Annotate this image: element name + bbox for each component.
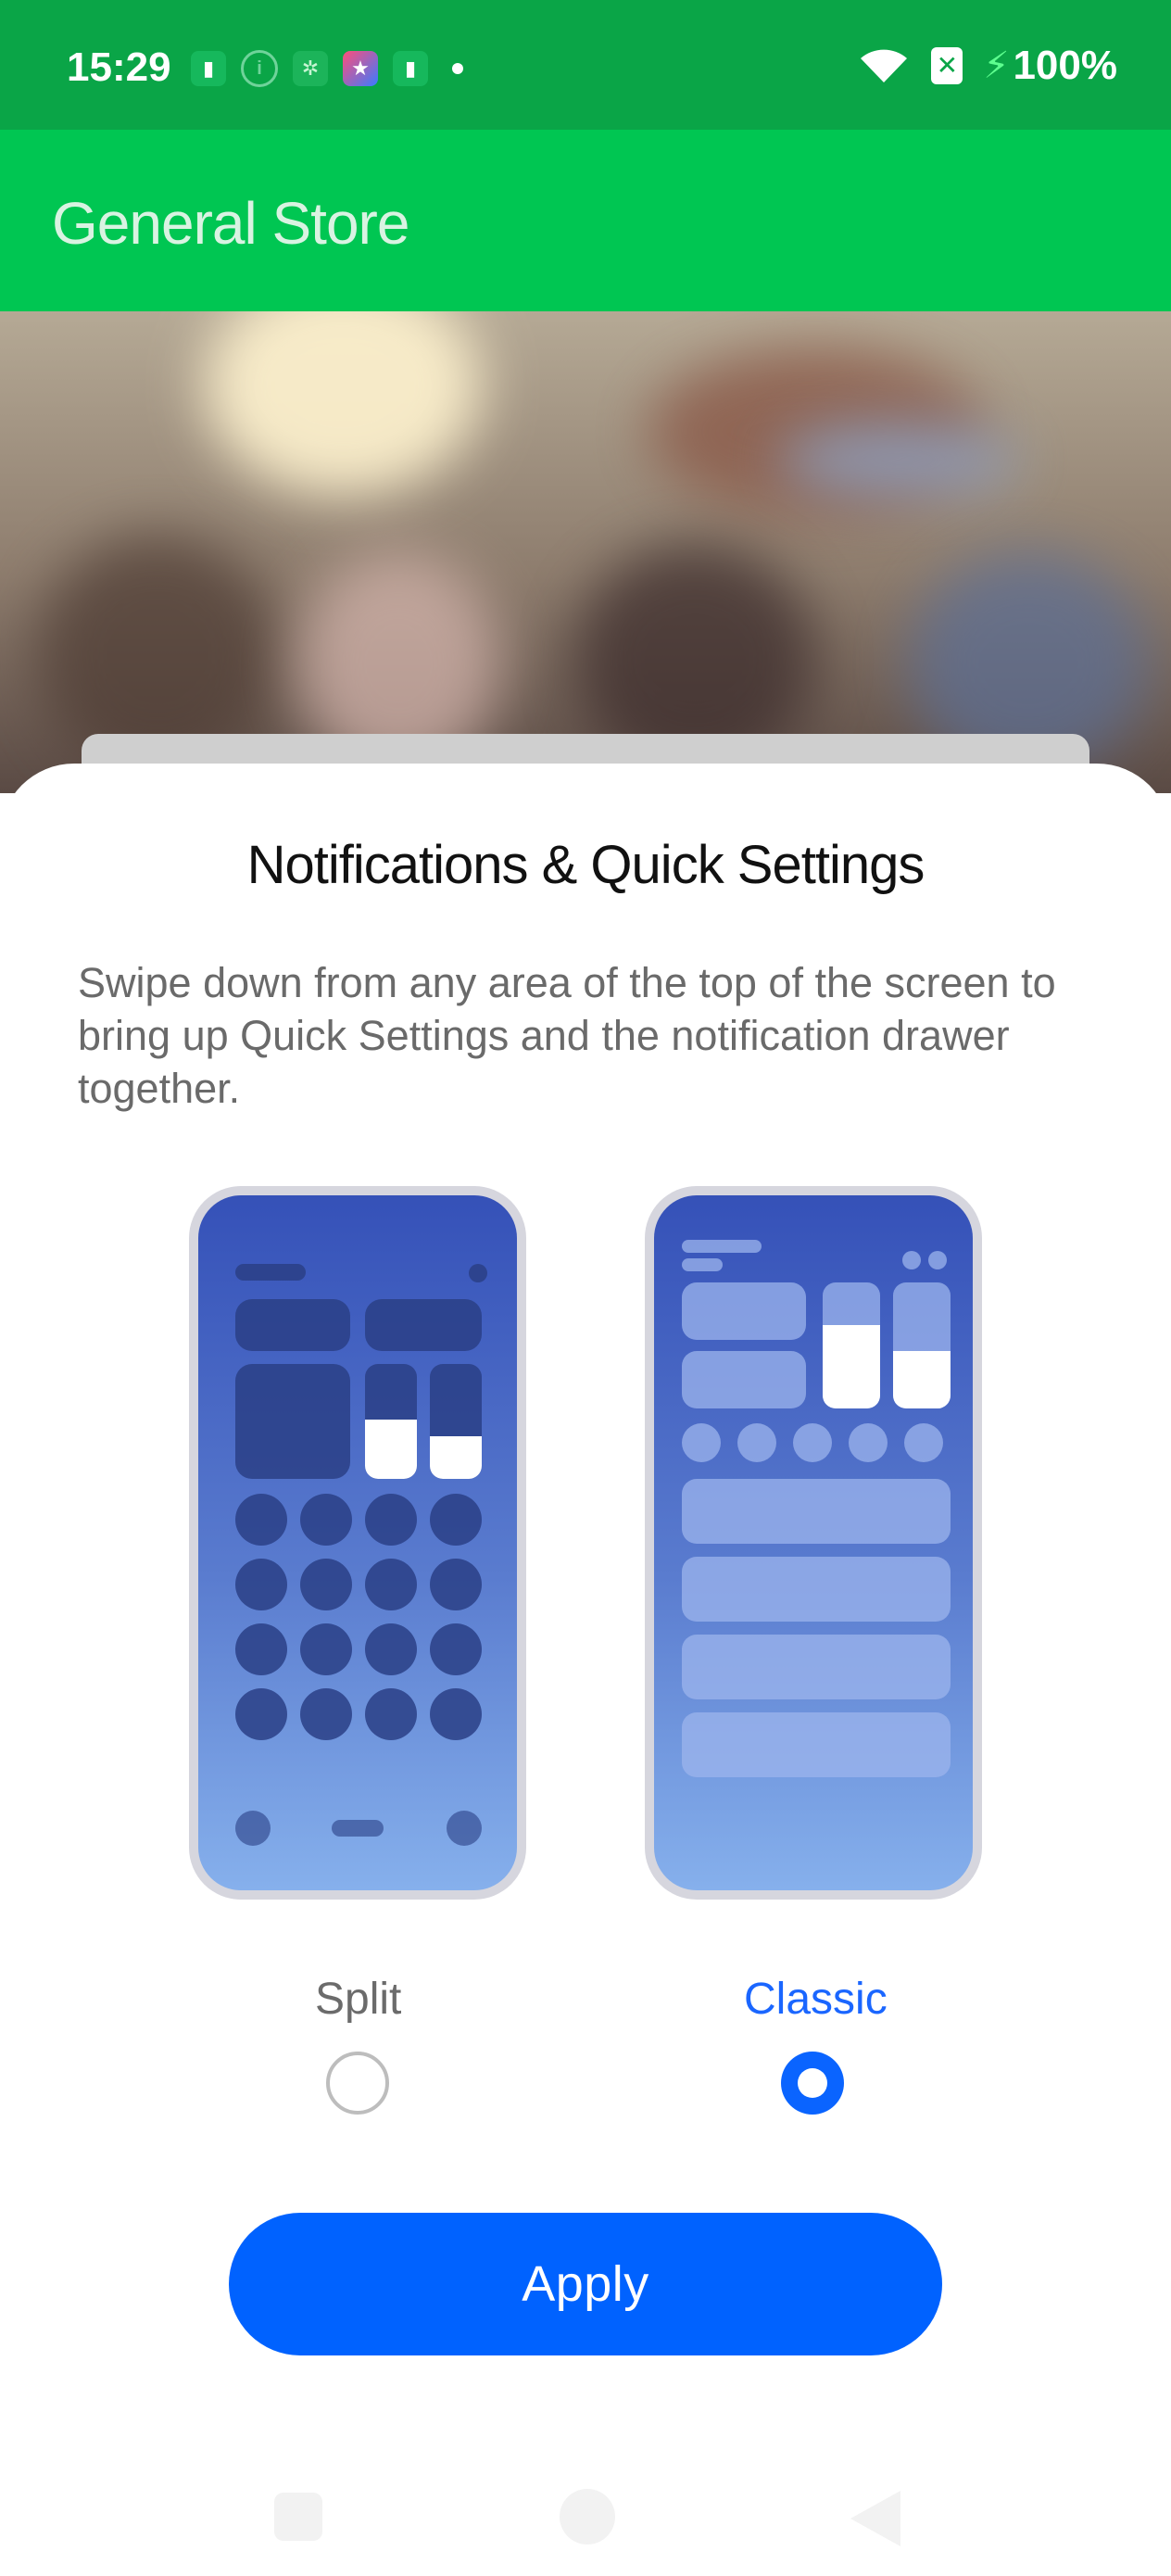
classic-preview-screen bbox=[654, 1195, 973, 1890]
back-icon[interactable] bbox=[850, 2491, 900, 2546]
option-split-label[interactable]: Split bbox=[315, 1974, 401, 2025]
hero-image bbox=[0, 311, 1171, 793]
split-preview-phone[interactable] bbox=[189, 1186, 526, 1900]
status-notification-icons: ▮ i ✲ ★ ▮ bbox=[191, 50, 463, 87]
home-icon[interactable] bbox=[560, 2489, 615, 2544]
sim-icon: ✕ bbox=[931, 47, 963, 84]
navigation-bar bbox=[0, 2465, 1171, 2576]
classic-radio[interactable] bbox=[781, 2052, 844, 2115]
app-icon: ★ bbox=[343, 51, 378, 86]
charging-icon: ⚡ bbox=[983, 45, 1010, 86]
battery-saver-icon: ▮ bbox=[191, 51, 226, 86]
sheet-title: Notifications & Quick Settings bbox=[246, 835, 925, 895]
battery-percent: 100% bbox=[1013, 43, 1117, 88]
app-title: General Store bbox=[52, 190, 409, 257]
wifi-icon bbox=[861, 49, 908, 82]
battery-saver-icon: ▮ bbox=[393, 51, 428, 86]
option-classic-label[interactable]: Classic bbox=[744, 1974, 888, 2025]
info-icon: i bbox=[241, 50, 278, 87]
classic-preview-phone[interactable] bbox=[645, 1186, 982, 1900]
split-preview-screen bbox=[198, 1195, 517, 1890]
app-bar: General Store bbox=[0, 130, 1171, 311]
dot-icon bbox=[452, 63, 463, 74]
apply-button[interactable]: Apply bbox=[229, 2213, 942, 2355]
robot-icon: ✲ bbox=[293, 51, 328, 86]
sheet-description: Swipe down from any area of the top of t… bbox=[78, 959, 1056, 1112]
status-time: 15:29 bbox=[67, 44, 171, 90]
status-system-icons: ✕ ⚡ 100% bbox=[857, 43, 1117, 89]
status-bar: 15:29 ▮ i ✲ ★ ▮ ✕ ⚡ 100% bbox=[0, 0, 1171, 130]
split-radio[interactable] bbox=[326, 2052, 389, 2115]
recents-icon[interactable] bbox=[274, 2493, 322, 2541]
